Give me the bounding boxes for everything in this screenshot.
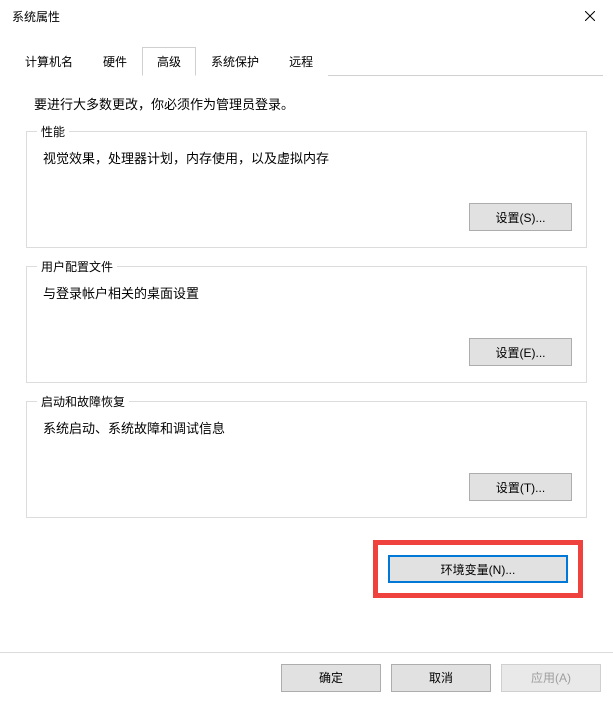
startup-settings-button[interactable]: 设置(T)... (469, 473, 572, 501)
group-profiles-desc: 与登录帐户相关的桌面设置 (41, 283, 572, 302)
env-row: 环境变量(N)... (26, 540, 587, 598)
group-performance-desc: 视觉效果，处理器计划，内存使用，以及虚拟内存 (41, 148, 572, 167)
group-profiles-legend: 用户配置文件 (37, 258, 117, 275)
group-startup: 启动和故障恢复 系统启动、系统故障和调试信息 设置(T)... (26, 401, 587, 518)
performance-settings-button[interactable]: 设置(S)... (469, 203, 572, 231)
cancel-button[interactable]: 取消 (391, 664, 491, 692)
group-performance-legend: 性能 (37, 123, 69, 140)
profiles-settings-button[interactable]: 设置(E)... (469, 338, 572, 366)
window-title: 系统属性 (12, 8, 60, 25)
content-area: 要进行大多数更改，你必须作为管理员登录。 性能 视觉效果，处理器计划，内存使用，… (0, 76, 613, 598)
tab-bar: 计算机名 硬件 高级 系统保护 远程 (10, 46, 603, 76)
ok-button[interactable]: 确定 (281, 664, 381, 692)
bottom-bar: 确定 取消 应用(A) (0, 652, 613, 702)
titlebar: 系统属性 (0, 0, 613, 32)
group-performance: 性能 视觉效果，处理器计划，内存使用，以及虚拟内存 设置(S)... (26, 131, 587, 248)
intro-text: 要进行大多数更改，你必须作为管理员登录。 (26, 94, 587, 113)
tab-advanced[interactable]: 高级 (142, 47, 196, 76)
close-button[interactable] (567, 0, 613, 32)
group-startup-desc: 系统启动、系统故障和调试信息 (41, 418, 572, 437)
tab-hardware[interactable]: 硬件 (88, 47, 142, 76)
group-startup-legend: 启动和故障恢复 (37, 393, 129, 410)
tab-system-protection[interactable]: 系统保护 (196, 47, 274, 76)
close-icon (585, 11, 595, 21)
environment-variables-button[interactable]: 环境变量(N)... (388, 555, 568, 583)
tab-computer-name[interactable]: 计算机名 (10, 47, 88, 76)
apply-button[interactable]: 应用(A) (501, 664, 601, 692)
env-highlight-box: 环境变量(N)... (373, 540, 583, 598)
tab-remote[interactable]: 远程 (274, 47, 328, 76)
group-profiles: 用户配置文件 与登录帐户相关的桌面设置 设置(E)... (26, 266, 587, 383)
